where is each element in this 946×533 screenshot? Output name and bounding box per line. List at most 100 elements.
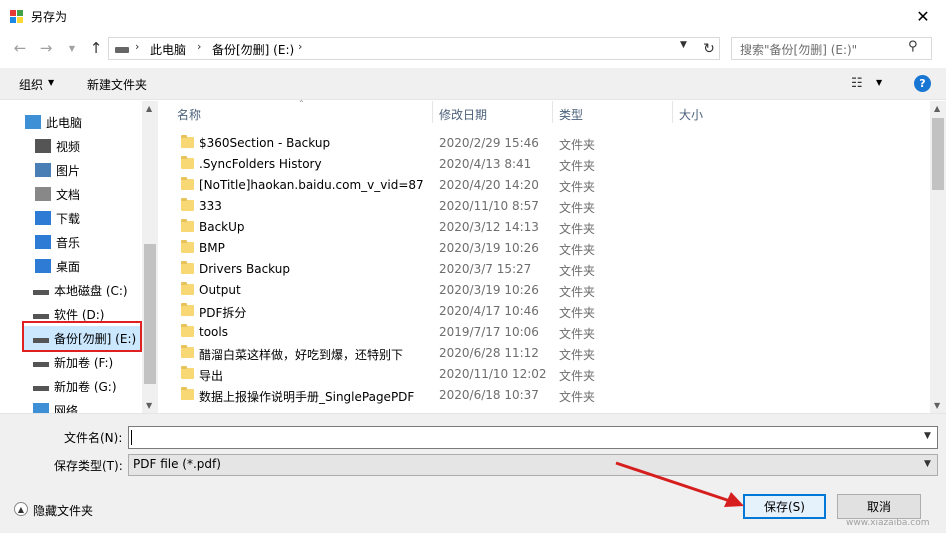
- column-separator[interactable]: [672, 101, 673, 123]
- file-name: Output: [199, 283, 241, 297]
- search-placeholder: 搜索"备份[勿删] (E:)": [740, 43, 858, 57]
- filename-input[interactable]: [128, 426, 938, 449]
- cancel-button[interactable]: 取消: [837, 494, 921, 519]
- scroll-up-icon[interactable]: ▲: [934, 104, 940, 113]
- list-item[interactable]: 醋溜白菜这样做，好吃到爆，还特别下 2020/6/28 11:12 文件夹: [164, 343, 930, 364]
- file-name: .SyncFolders History: [199, 157, 322, 171]
- filename-label: 文件名(N):: [64, 431, 123, 445]
- sidebar-item[interactable]: 桌面: [0, 254, 142, 278]
- sidebar-item[interactable]: 下载: [0, 206, 142, 230]
- sidebar-item[interactable]: 图片: [0, 158, 142, 182]
- sidebar-item[interactable]: 本地磁盘 (C:): [0, 278, 142, 302]
- sidebar-item-label: 图片: [56, 164, 81, 178]
- hide-folders-toggle[interactable]: 隐藏文件夹: [33, 502, 93, 519]
- search-icon[interactable]: ⚲: [908, 39, 918, 54]
- view-options-icon[interactable]: ☷: [851, 76, 863, 91]
- list-scroll-thumb[interactable]: [932, 118, 944, 190]
- refresh-icon: ↻: [703, 41, 715, 57]
- filetype-select[interactable]: [128, 454, 938, 476]
- list-item[interactable]: BMP 2020/3/19 10:26 文件夹: [164, 238, 930, 259]
- list-item[interactable]: $360Section - Backup 2020/2/29 15:46 文件夹: [164, 133, 930, 154]
- refresh-button[interactable]: ↻: [699, 39, 719, 59]
- save-button[interactable]: 保存(S): [743, 494, 826, 519]
- help-button[interactable]: ?: [914, 75, 931, 92]
- file-type: 文件夹: [559, 138, 596, 152]
- nav-scroll-thumb[interactable]: [144, 244, 156, 384]
- file-date: 2020/3/19 10:26: [439, 283, 539, 297]
- chevron-down-icon[interactable]: ▼: [924, 459, 931, 469]
- chevron-down-icon[interactable]: ▼: [924, 431, 931, 441]
- sidebar-item[interactable]: 新加卷 (G:): [0, 374, 142, 398]
- file-type: 文件夹: [559, 306, 596, 320]
- forward-button[interactable]: →: [36, 38, 56, 58]
- sidebar-item[interactable]: 此电脑: [0, 110, 142, 134]
- list-item[interactable]: 数据上报操作说明手册_SinglePagePDF 2020/6/18 10:37 文…: [164, 385, 930, 406]
- sidebar-item-label: 此电脑: [46, 116, 83, 130]
- folder-icon: [181, 240, 194, 253]
- folder-icon: [181, 303, 194, 316]
- column-header-date[interactable]: 修改日期: [439, 106, 487, 123]
- list-item[interactable]: 333 2020/11/10 8:57 文件夹: [164, 196, 930, 217]
- picture-icon: [35, 163, 51, 177]
- organize-button[interactable]: 组织: [19, 76, 43, 93]
- file-date: 2020/3/12 14:13: [439, 220, 539, 234]
- address-dropdown-icon[interactable]: ▼: [680, 40, 687, 50]
- file-date: 2020/3/7 15:27: [439, 262, 532, 276]
- folder-icon: [181, 261, 194, 274]
- app-icon: [10, 10, 23, 23]
- list-item[interactable]: BackUp 2020/3/12 14:13 文件夹: [164, 217, 930, 238]
- file-date: 2020/11/10 12:02: [439, 367, 547, 381]
- breadcrumb-item[interactable]: 备份[勿删] (E:): [212, 41, 294, 58]
- sidebar-item-label: 文档: [56, 188, 81, 202]
- list-item[interactable]: Output 2020/3/19 10:26 文件夹: [164, 280, 930, 301]
- folder-icon: [181, 156, 194, 169]
- file-type: 文件夹: [559, 264, 596, 278]
- list-item[interactable]: 导出 2020/11/10 12:02 文件夹: [164, 364, 930, 385]
- column-header-type[interactable]: 类型: [559, 106, 583, 123]
- file-date: 2020/4/13 8:41: [439, 157, 532, 171]
- scroll-down-icon[interactable]: ▼: [934, 401, 940, 410]
- chevron-down-icon[interactable]: ▼: [876, 78, 882, 87]
- file-name: PDF拆分: [199, 306, 247, 320]
- breadcrumb-separator-icon: ›: [135, 40, 140, 53]
- scroll-up-icon[interactable]: ▲: [146, 104, 152, 113]
- column-separator[interactable]: [432, 101, 433, 123]
- back-button[interactable]: ←: [10, 38, 30, 58]
- folder-icon: [181, 324, 194, 337]
- sort-up-icon: ⌃: [298, 99, 305, 108]
- up-button[interactable]: ↑: [86, 38, 106, 58]
- folder-icon: [181, 387, 194, 400]
- column-separator[interactable]: [552, 101, 553, 123]
- list-item[interactable]: PDF拆分 2020/4/17 10:46 文件夹: [164, 301, 930, 322]
- breadcrumb-separator-icon: ›: [197, 40, 202, 53]
- new-folder-button[interactable]: 新建文件夹: [87, 76, 147, 93]
- computer-icon: [25, 115, 41, 129]
- list-item[interactable]: tools 2019/7/17 10:06 文件夹: [164, 322, 930, 343]
- recent-locations-button[interactable]: ▼: [62, 38, 82, 58]
- column-header-size[interactable]: 大小: [679, 106, 703, 123]
- file-type: 文件夹: [559, 243, 596, 257]
- sidebar-item-label: 视频: [56, 140, 81, 154]
- file-type: 文件夹: [559, 369, 596, 383]
- file-date: 2020/6/18 10:37: [439, 388, 539, 402]
- list-item[interactable]: .SyncFolders History 2020/4/13 8:41 文件夹: [164, 154, 930, 175]
- sidebar-item[interactable]: 新加卷 (F:): [0, 350, 142, 374]
- sidebar-item[interactable]: 音乐: [0, 230, 142, 254]
- sidebar-item[interactable]: 视频: [0, 134, 142, 158]
- scroll-down-icon[interactable]: ▼: [146, 401, 152, 410]
- breadcrumb-item[interactable]: 此电脑: [150, 41, 186, 58]
- list-item[interactable]: Drivers Backup 2020/3/7 15:27 文件夹: [164, 259, 930, 280]
- back-arrow-icon: ←: [13, 39, 27, 57]
- folder-icon: [181, 282, 194, 295]
- column-header-name[interactable]: 名称: [177, 106, 201, 123]
- list-item[interactable]: [NoTitle]haokan.baidu.com_v_vid=87... 202…: [164, 175, 930, 196]
- file-name: 醋溜白菜这样做，好吃到爆，还特别下: [199, 348, 404, 362]
- sidebar-item[interactable]: 文档: [0, 182, 142, 206]
- sidebar-item-label: 本地磁盘 (C:): [54, 284, 128, 298]
- file-date: 2019/7/17 10:06: [439, 325, 539, 339]
- chevron-up-icon[interactable]: ▲: [14, 502, 28, 516]
- file-type: 文件夹: [559, 222, 596, 236]
- close-button[interactable]: ✕: [900, 0, 946, 32]
- up-arrow-icon: ↑: [89, 39, 103, 57]
- drive-icon: [33, 357, 49, 367]
